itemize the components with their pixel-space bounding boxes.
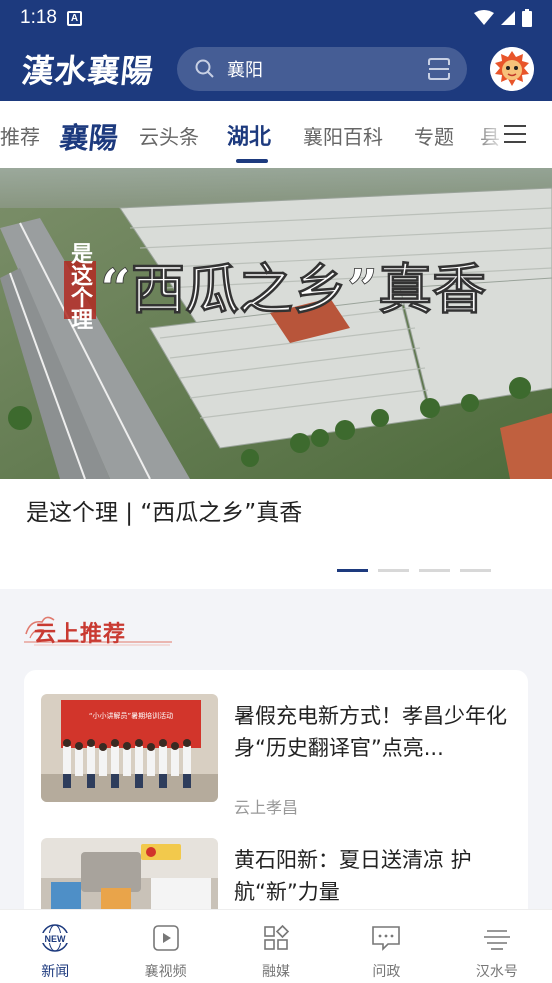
article-title: 黄石阳新：夏日送清凉 护航“新”力量 [234,848,472,904]
scan-icon[interactable] [427,57,451,81]
mascot-avatar-icon [490,46,534,91]
tab-recommend[interactable]: 推荐 [0,121,40,150]
lines-icon [482,923,512,953]
hero-title[interactable]: 是这个理 | “西瓜之乡”真香 [26,493,302,527]
nav-media[interactable]: 融媒 [221,910,331,983]
tab-topics[interactable]: 专题 [414,121,454,150]
chat-icon [371,923,401,953]
section-header: 云上推荐 [24,612,174,648]
notification-icon: A [66,10,82,26]
nav-label: 问政 [372,964,401,980]
hero-overlay-main: “西瓜之乡”真香 [100,257,486,321]
search-icon [195,59,214,78]
app-header: 1:18 A 漢水襄陽 襄阳 [0,0,552,101]
nav-label: 襄视频 [144,964,187,980]
status-bar: 1:18 A [0,0,552,36]
hero-overlay-side: 是这个理 [67,242,93,330]
carousel-indicator [337,569,491,572]
nav-news[interactable]: NEW 新闻 [0,910,110,983]
bottom-navigation: NEW 新闻 襄视频 融媒 问政 汉水号 [0,909,552,983]
article-source: 云上孝昌 [234,798,299,817]
nav-label: 融媒 [262,964,291,980]
battery-icon [522,9,532,27]
status-icons [474,9,532,27]
nav-inquiry[interactable]: 问政 [331,910,441,983]
article-image: “小小讲解员”暑期培训活动 [41,694,218,802]
signal-icon [501,11,515,25]
app-logo[interactable]: 漢水襄陽 [20,46,170,92]
search-query: 襄阳 [227,59,263,81]
channel-menu-icon[interactable] [504,124,526,144]
carousel-dot[interactable] [337,569,368,572]
carousel-dot[interactable] [460,569,491,572]
nav-label: 新闻 [41,964,70,980]
search-bar[interactable]: 襄阳 [177,46,467,91]
nav-news-badge: NEW [45,934,67,944]
status-time: 1:18 [20,7,57,28]
tab-xiangyang[interactable]: 襄陽 [58,115,120,157]
list-item[interactable]: “小小讲解员”暑期培训活动 暑假充电新方式！孝昌少年化身“历史翻译官”点亮...… [41,694,511,817]
article-banner-text: “小小讲解员”暑期培训活动 [89,711,173,720]
tab-cloud-headlines[interactable]: 云头条 [139,121,199,150]
nav-video[interactable]: 襄视频 [110,910,220,983]
article-title: 暑假充电新方式！孝昌少年化身“历史翻译官”点亮... [234,704,507,760]
carousel-dot[interactable] [378,569,409,572]
wifi-icon [474,10,494,25]
play-icon [151,923,181,953]
nav-label: 汉水号 [475,964,518,980]
section-title: 云上推荐 [34,621,127,647]
channel-tabs: 推荐 襄陽 云头条 湖北 襄阳百科 专题 县 [0,101,552,168]
tab-hubei[interactable]: 湖北 [227,119,271,151]
article-thumbnail: “小小讲解员”暑期培训活动 [41,694,218,802]
tab-xiangyang-wiki[interactable]: 襄阳百科 [303,121,383,150]
active-tab-indicator [236,159,268,163]
hero-banner[interactable]: 是这个理 “西瓜之乡”真香 [0,168,552,479]
user-avatar[interactable] [490,46,534,91]
nav-hanshui-account[interactable]: 汉水号 [442,910,552,983]
globe-news-icon: NEW [40,923,71,953]
grid-icon [261,923,291,953]
carousel-dot[interactable] [419,569,450,572]
hero-image: 是这个理 “西瓜之乡”真香 [0,168,552,479]
